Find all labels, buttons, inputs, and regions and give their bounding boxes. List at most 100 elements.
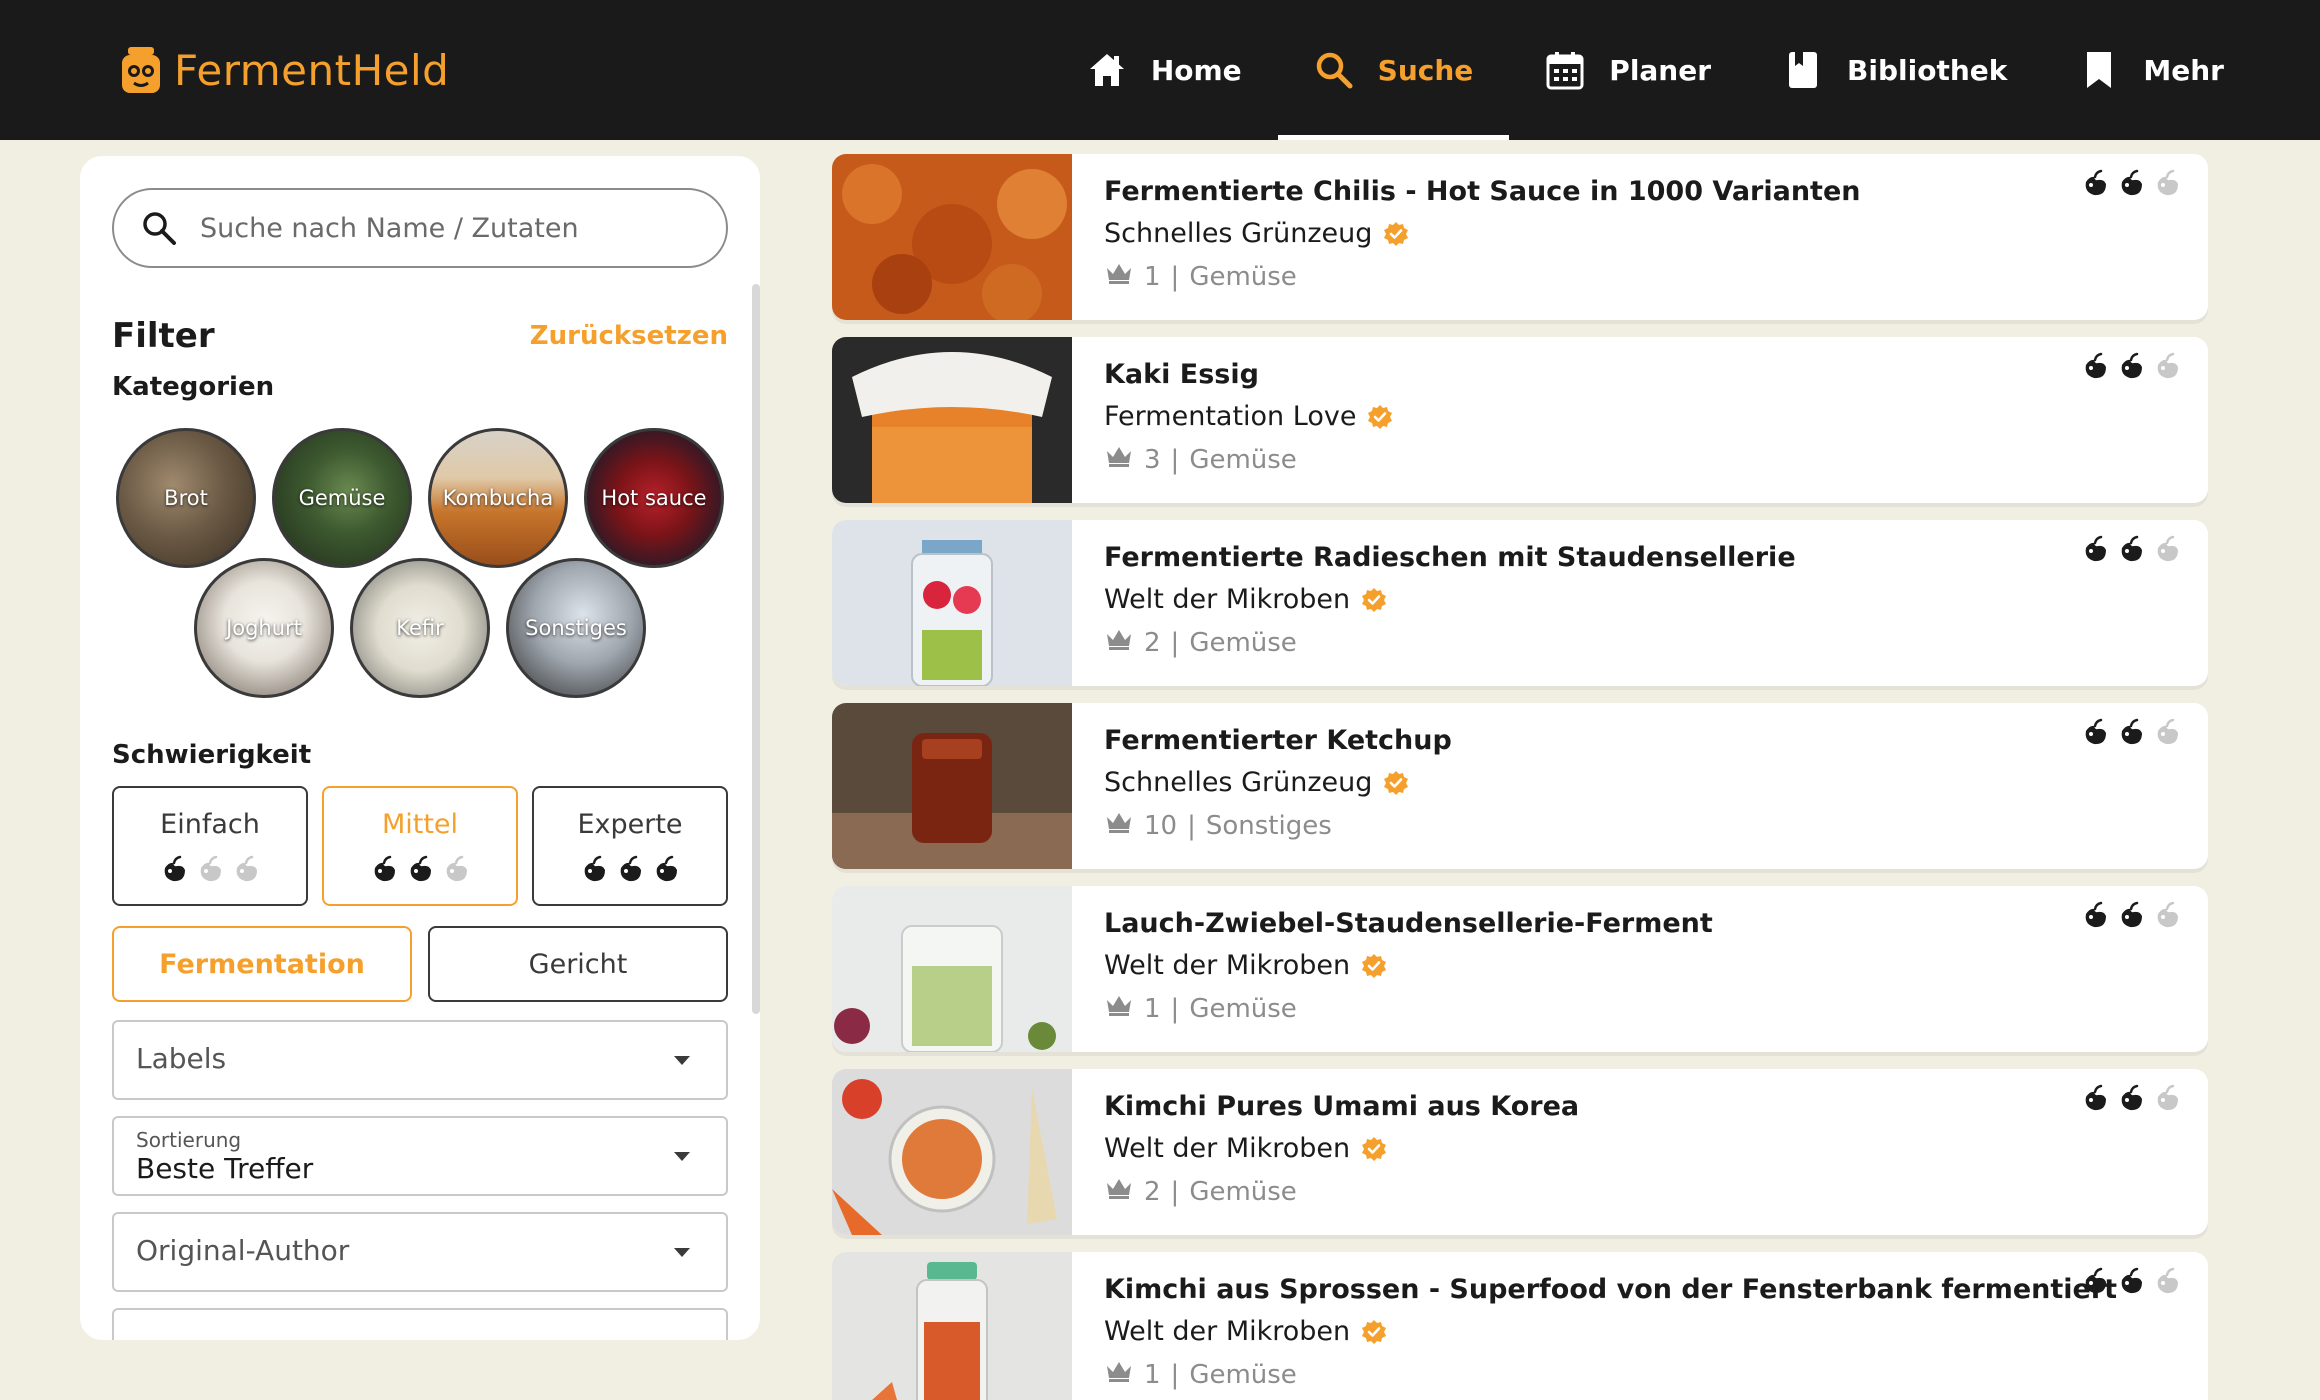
category-kombucha[interactable]: Kombucha xyxy=(428,428,568,568)
verified-badge-icon xyxy=(1382,220,1410,248)
meta-separator: | xyxy=(1170,993,1180,1024)
filter-header: Filter Zurücksetzen xyxy=(112,306,728,366)
sort-select[interactable]: Sortierung Beste Treffer xyxy=(112,1116,728,1196)
category-hot-sauce[interactable]: Hot sauce xyxy=(584,428,724,568)
search-box[interactable] xyxy=(112,188,728,268)
recipe-card[interactable]: Fermentierte Radieschen mit Staudenselle… xyxy=(832,520,2208,686)
difficulty-einfach-button[interactable]: Einfach xyxy=(112,786,308,906)
category-kefir[interactable]: Kefir xyxy=(350,558,490,698)
app-logo[interactable]: FermentHeld xyxy=(120,40,449,100)
recipe-category: Gemüse xyxy=(1189,444,1297,475)
recipe-count: 10 xyxy=(1144,810,1178,841)
recipe-count: 1 xyxy=(1144,993,1161,1024)
difficulty-experte-label: Experte xyxy=(577,808,683,840)
search-input[interactable] xyxy=(200,212,720,244)
recipe-thumbnail xyxy=(832,520,1072,686)
sort-select-value: Beste Treffer xyxy=(136,1152,314,1185)
search-icon xyxy=(143,212,176,245)
labels-select-text: Labels xyxy=(136,1042,227,1075)
meta-separator: | xyxy=(1187,810,1196,841)
recipe-author-name: Welt der Mikroben xyxy=(1104,584,1351,615)
difficulty-mittel-button[interactable]: Mittel xyxy=(322,786,518,906)
difficulty-indicator xyxy=(579,854,681,884)
labels-select[interactable]: Labels xyxy=(112,1020,728,1100)
recipe-title: Fermentierte Radieschen mit Staudenselle… xyxy=(1104,542,1796,573)
home-icon xyxy=(1089,54,1124,86)
nav-more-label: Mehr xyxy=(2143,53,2224,87)
chili-icon xyxy=(584,855,605,881)
bookmark-icon xyxy=(2087,52,2112,88)
chili-icon xyxy=(2121,535,2142,562)
chili-icon xyxy=(2085,1084,2106,1111)
chili-icon xyxy=(2085,718,2106,745)
recipe-meta: 10 | Sonstiges xyxy=(1104,809,1332,842)
category-label: Kefir xyxy=(396,616,444,640)
chili-icon xyxy=(2121,1267,2142,1294)
recipe-card[interactable]: Kimchi aus Sprossen - Superfood von der … xyxy=(832,1252,2208,1400)
nav-planner[interactable]: Planer xyxy=(1509,0,1747,140)
author-select[interactable]: Original-Author xyxy=(112,1212,728,1292)
main-nav: Home Suche Planer Bibliothek Mehr xyxy=(1051,0,2260,140)
recipe-title: Fermentierter Ketchup xyxy=(1104,725,1452,756)
recipe-card[interactable]: Kimchi Pures Umami aus Korea Welt der Mi… xyxy=(832,1069,2208,1235)
nav-search-label: Suche xyxy=(1377,53,1474,87)
category-label: Sonstiges xyxy=(525,616,627,640)
chili-icon xyxy=(2157,352,2178,379)
sidebar-scrollbar[interactable] xyxy=(752,284,760,1014)
chili-icon xyxy=(2085,901,2106,928)
recipe-category: Gemüse xyxy=(1189,261,1297,292)
difficulty-experte-button[interactable]: Experte xyxy=(532,786,728,906)
recipe-category: Gemüse xyxy=(1189,1176,1297,1207)
recipe-thumbnail xyxy=(832,886,1072,1052)
chili-icon xyxy=(2085,1267,2106,1294)
app-name: FermentHeld xyxy=(174,45,450,95)
recipe-card[interactable]: Fermentierter Ketchup Schnelles Grünzeug… xyxy=(832,703,2208,869)
difficulty-indicator xyxy=(2080,168,2182,198)
author-select-text: Original-Author xyxy=(136,1234,350,1267)
recipe-card[interactable]: Lauch-Zwiebel-Staudensellerie-Ferment We… xyxy=(832,886,2208,1052)
chili-icon xyxy=(2157,1084,2178,1111)
chevron-down-icon xyxy=(674,1056,690,1065)
chili-icon xyxy=(2157,901,2178,928)
recipe-count: 2 xyxy=(1144,1176,1161,1207)
nav-library[interactable]: Bibliothek xyxy=(1747,0,2043,140)
nav-home[interactable]: Home xyxy=(1051,0,1278,140)
chili-icon xyxy=(620,855,641,881)
recipe-author: Schnelles Grünzeug xyxy=(1104,767,1410,798)
recipe-thumbnail xyxy=(832,337,1072,503)
category-sonstiges[interactable]: Sonstiges xyxy=(506,558,646,698)
crown-icon xyxy=(1104,1175,1134,1208)
nav-library-label: Bibliothek xyxy=(1847,53,2008,87)
top-navigation-bar: FermentHeld Home Suche Planer Bibliothek… xyxy=(0,0,2320,140)
chili-icon xyxy=(164,855,185,881)
category-joghurt[interactable]: Joghurt xyxy=(194,558,334,698)
chili-icon xyxy=(2121,169,2142,196)
reset-filters-button[interactable]: Zurücksetzen xyxy=(530,321,728,351)
category-brot[interactable]: Brot xyxy=(116,428,256,568)
recipe-card[interactable]: Kaki Essig Fermentation Love 3 | Gemüse xyxy=(832,337,2208,503)
meta-separator: | xyxy=(1170,444,1180,475)
recipe-thumbnail xyxy=(832,703,1072,869)
logo-jar-icon xyxy=(122,47,160,93)
recipe-author: Schnelles Grünzeug xyxy=(1104,218,1410,249)
recipe-author: Welt der Mikroben xyxy=(1104,584,1388,615)
filter-title: Filter xyxy=(112,316,215,356)
recipe-count: 1 xyxy=(1144,261,1161,292)
chili-icon xyxy=(2157,1267,2178,1294)
verified-badge-icon xyxy=(1366,403,1394,431)
category-label: Gemüse xyxy=(298,486,386,510)
additional-select[interactable] xyxy=(112,1308,728,1340)
recipe-author-name: Welt der Mikroben xyxy=(1104,950,1351,981)
nav-more[interactable]: Mehr xyxy=(2043,0,2260,140)
category-gemuese[interactable]: Gemüse xyxy=(272,428,412,568)
recipe-author-name: Welt der Mikroben xyxy=(1104,1133,1351,1164)
type-gericht-button[interactable]: Gericht xyxy=(428,926,728,1002)
recipe-count: 2 xyxy=(1144,627,1161,658)
search-icon xyxy=(1316,52,1353,89)
recipe-card[interactable]: Fermentierte Chilis - Hot Sauce in 1000 … xyxy=(832,154,2208,320)
recipe-author-name: Welt der Mikroben xyxy=(1104,1316,1351,1347)
meta-separator: | xyxy=(1170,1176,1180,1207)
type-fermentation-button[interactable]: Fermentation xyxy=(112,926,412,1002)
nav-search[interactable]: Suche xyxy=(1277,0,1510,140)
difficulty-einfach-label: Einfach xyxy=(160,808,260,840)
